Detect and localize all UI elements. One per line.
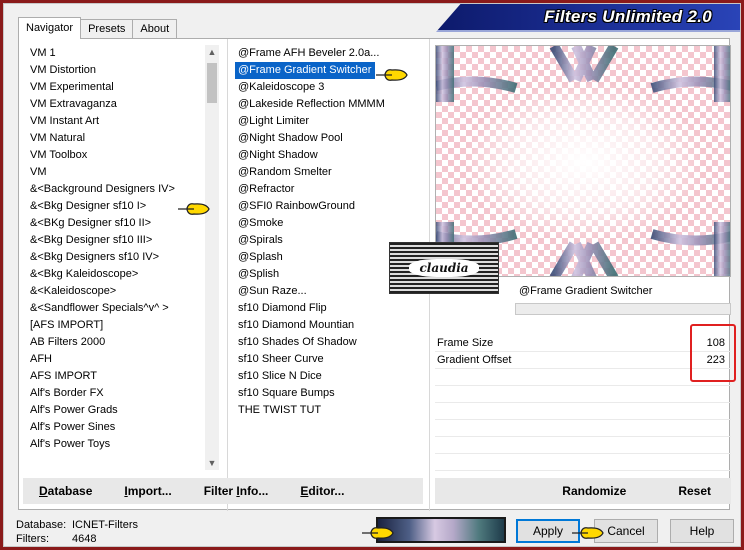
filter-info-button[interactable]: Filter Info... [188,484,285,498]
selected-filter-name: @Frame Gradient Switcher [519,285,653,297]
randomize-button[interactable]: Randomize [546,484,662,498]
category-item[interactable]: VM [27,164,205,181]
category-item[interactable]: AFS IMPORT [27,368,205,385]
filters-count: 4648 [72,533,97,545]
button-label: ditor... [308,484,345,498]
button-mnemonic: D [39,484,48,498]
category-item[interactable]: &<Background Designers IV> [27,181,205,198]
values-highlight-box [690,324,736,382]
button-label: atabase [47,484,93,498]
database-value: ICNET-Filters [72,519,138,531]
category-item[interactable]: Alf's Power Sines [27,419,205,436]
filter-item[interactable]: sf10 Sheer Curve [235,351,425,368]
divider [227,39,228,511]
category-item[interactable]: VM Extravaganza [27,96,205,113]
filter-item[interactable]: @Light Limiter [235,113,425,130]
help-button[interactable]: Help [670,519,734,543]
tab-bar: Navigator Presets About [18,17,178,39]
database-button[interactable]: Database [23,484,108,498]
database-label: Database: [16,519,67,531]
title-banner: Filters Unlimited 2.0 [436,4,740,32]
category-item[interactable]: VM Experimental [27,79,205,96]
right-button-bar: Randomize Reset [435,478,731,504]
filters-unlimited-window: Filters Unlimited 2.0 Navigator Presets … [3,3,741,547]
navigator-panel: VM 1 VM Distortion VM Experimental VM Extra… [18,38,731,511]
category-item[interactable]: [AFS IMPORT] [27,317,205,334]
button-label: Filter [203,484,237,498]
filter-item[interactable]: @Night Shadow Pool [235,130,425,147]
category-item[interactable]: &<Bkg Designers sf10 IV> [27,249,205,266]
logo-text: claudia [409,259,479,277]
filters-label: Filters: [16,533,49,545]
filter-item-selected[interactable]: @Frame Gradient Switcher [235,62,376,79]
category-list[interactable]: VM 1 VM Distortion VM Experimental VM Extra… [27,45,205,470]
filter-item[interactable]: THE TWIST TUT [235,402,425,419]
category-item[interactable]: VM Distortion [27,62,205,79]
button-label: nfo... [239,484,269,498]
scroll-down-icon[interactable]: ▼ [205,456,219,470]
editor-button[interactable]: Editor... [284,484,360,498]
filter-item[interactable]: @Random Smelter [235,164,425,181]
category-item[interactable]: VM 1 [27,45,205,62]
category-item[interactable]: &<Sandflower Specials^v^ > [27,300,205,317]
pointing-hand-icon [376,69,408,81]
filter-item[interactable]: @Refractor [235,181,425,198]
category-item[interactable]: Alf's Power Grads [27,402,205,419]
filter-item[interactable]: sf10 Square Bumps [235,385,425,402]
param-empty [435,369,731,386]
filter-item[interactable]: @SFI0 RainbowGround [235,198,425,215]
scroll-thumb[interactable] [207,63,217,103]
category-item[interactable]: AB Filters 2000 [27,334,205,351]
category-item[interactable]: AFH [27,351,205,368]
pointing-hand-icon [572,527,604,539]
category-item[interactable]: Alf's Border FX [27,385,205,402]
window-title: Filters Unlimited 2.0 [544,7,712,26]
button-label: mport... [127,484,172,498]
category-item[interactable]: &<Bkg Kaleidoscope> [27,266,205,283]
param-label: Frame Size [437,337,494,349]
param-empty [435,420,731,437]
status-area: Database: ICNET-Filters Filters: 4648 [16,518,138,546]
category-item[interactable]: &<Kaleidoscope> [27,283,205,300]
category-item[interactable]: VM Natural [27,130,205,147]
reset-button[interactable]: Reset [662,484,731,498]
tab-about[interactable]: About [132,19,178,39]
tab-navigator[interactable]: Navigator [18,17,82,39]
filter-item[interactable]: sf10 Diamond Mountian [235,317,425,334]
parameter-list: Frame Size 108 Gradient Offset 223 [435,335,731,471]
filter-item[interactable]: sf10 Shades Of Shadow [235,334,425,351]
param-empty [435,437,731,454]
filter-item[interactable]: @Frame AFH Beveler 2.0a... [235,45,425,62]
filter-item[interactable]: sf10 Slice N Dice [235,368,425,385]
claudia-logo: claudia [389,242,499,294]
filter-item[interactable]: @Smoke [235,215,425,232]
param-empty [435,386,731,403]
category-item[interactable]: VM Instant Art [27,113,205,130]
import-button[interactable]: Import... [108,484,187,498]
progress-bar [515,303,731,315]
pointing-hand-icon [178,203,210,215]
filter-item[interactable]: @Lakeside Reflection MMMM [235,96,425,113]
category-scrollbar[interactable]: ▲ ▼ [205,45,219,470]
filter-item[interactable]: @Night Shadow [235,147,425,164]
category-item[interactable]: Alf's Power Toys [27,436,205,453]
param-empty [435,403,731,420]
filter-item[interactable]: sf10 Diamond Flip [235,300,425,317]
category-item[interactable]: &<Bkg Designer sf10 III> [27,232,205,249]
scroll-up-icon[interactable]: ▲ [205,45,219,59]
pointing-hand-icon [362,527,394,539]
tab-presets[interactable]: Presets [80,19,134,39]
param-frame-size[interactable]: Frame Size 108 [435,335,731,352]
param-label: Gradient Offset [437,354,512,366]
category-item[interactable]: VM Toolbox [27,147,205,164]
left-button-bar: Database Import... Filter Info... Editor… [23,478,423,504]
param-gradient-offset[interactable]: Gradient Offset 223 [435,352,731,369]
param-empty [435,454,731,471]
